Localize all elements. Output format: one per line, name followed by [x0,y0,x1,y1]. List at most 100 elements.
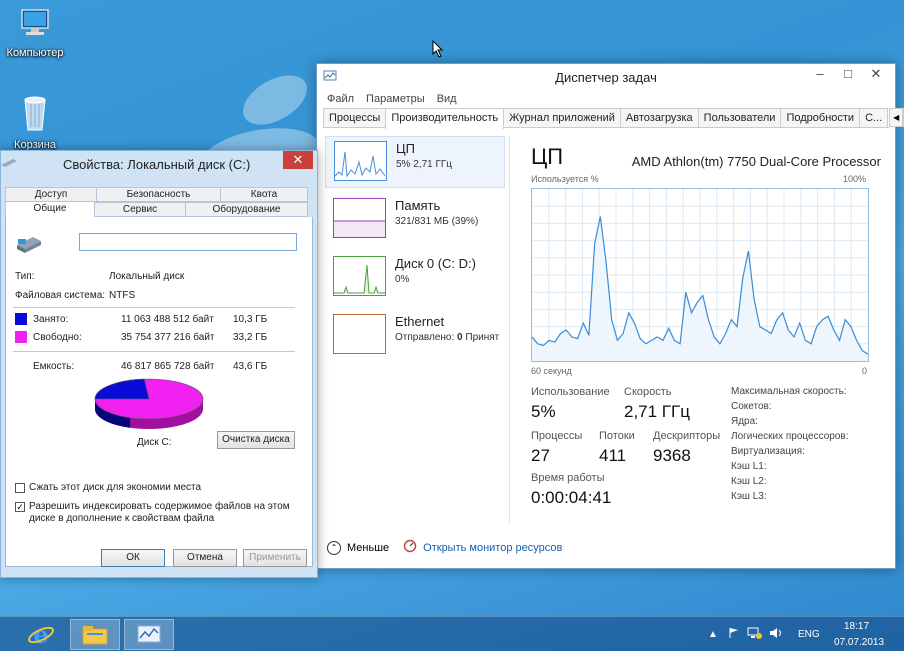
close-button[interactable]: ✕ [863,66,889,84]
tab-users[interactable]: Пользователи [697,108,782,127]
tab-scroll-left-icon[interactable]: ◀ [889,108,904,127]
disk-properties-dialog: Свойства: Локальный диск (C:) ✕ Доступ Б… [0,150,318,578]
disk-cleanup-button[interactable]: Очистка диска [217,431,295,449]
desktop-icon-computer[interactable]: Компьютер [0,6,70,59]
compress-label: Сжать этот диск для экономии места [29,482,202,493]
divider [13,307,295,308]
minimize-button[interactable]: – [807,66,833,84]
ethernet-sparkline [333,314,386,354]
apply-button[interactable]: Применить [243,549,307,567]
stat-logical-processors: Логических процессоров: [731,431,849,442]
cpu-model: AMD Athlon(tm) 7750 Dual-Core Processor [631,154,881,169]
volume-label-input[interactable] [79,233,297,251]
taskbar-internet-explorer[interactable]: e [16,619,66,650]
handles-value: 9368 [653,446,691,465]
compress-checkbox[interactable] [15,483,25,493]
tab-processes[interactable]: Процессы [323,108,387,127]
handles-label: Дескрипторы [653,430,721,442]
maximize-button[interactable]: □ [835,66,861,84]
taskbar-task-manager[interactable] [124,619,174,650]
resource-ethernet[interactable]: Ethernet Отправлено: 0 Принят [325,310,505,362]
graph-label-time: 60 секунд [531,366,572,376]
graph-label-zero: 0 [862,366,868,376]
tab-quota[interactable]: Квота [220,187,308,202]
action-center-flag-icon[interactable] [728,627,740,642]
fs-value: NTFS [109,290,136,301]
tab-app-history[interactable]: Журнал приложений [503,108,621,127]
network-icon[interactable] [746,626,762,643]
free-label: Свободно: [33,332,82,343]
stat-cores: Ядра: [731,416,758,427]
free-gb: 33,2 ГБ [233,332,268,343]
fewer-details-button[interactable]: Меньше [347,542,389,554]
tab-security[interactable]: Безопасность [96,187,221,202]
menu-options[interactable]: Параметры [366,93,425,105]
tab-hardware[interactable]: Оборудование [185,202,308,217]
tab-startup[interactable]: Автозагрузка [619,108,699,127]
desktop-icon-recycle-bin[interactable]: Корзина [0,94,70,151]
threads-label: Потоки [599,430,635,442]
disk-sparkline [333,256,386,296]
task-manager-window: Диспетчер задач – □ ✕ Файл Параметры Вид… [316,63,904,569]
detail-title: ЦП [531,144,564,169]
type-label: Тип: [15,271,35,282]
clock-date[interactable]: 07.07.2013 [834,637,884,648]
tab-performance[interactable]: Производительность [385,108,505,129]
tab-services[interactable]: С... [859,108,889,127]
fs-label: Файловая система: [15,290,106,301]
menu-file[interactable]: Файл [327,93,354,105]
divider [13,351,295,352]
show-hidden-icons-icon[interactable]: ▲ [708,629,718,640]
title-bar[interactable]: Диспетчер задач – □ ✕ [317,64,895,90]
index-label-line2: диске в дополнение к свойствам файла [29,513,215,524]
resource-value: 321/831 МБ (39%) [395,216,479,227]
clock-time[interactable]: 18:17 [844,621,869,632]
collapse-chevron-icon[interactable]: ⌃ [327,540,341,555]
pane-divider[interactable] [509,136,510,524]
usage-value: 5% [531,402,556,421]
tab-sharing[interactable]: Доступ [5,187,97,202]
internet-explorer-icon: e [16,620,66,650]
cancel-button[interactable]: Отмена [173,549,237,567]
used-label: Занято: [33,314,69,325]
cpu-usage-graph [531,188,869,362]
resource-name: Ethernet [395,314,445,329]
resource-cpu[interactable]: ЦП 5% 2,71 ГГц [325,136,505,188]
index-checkbox[interactable]: ✓ [15,502,25,512]
local-disk-icon [15,233,43,258]
disk-usage-pie-chart [93,375,209,438]
dialog-title: Свойства: Локальный диск (C:) [63,157,251,172]
resource-monitor-link[interactable]: Открыть монитор ресурсов [423,542,562,554]
tab-details[interactable]: Подробности [780,108,861,127]
stat-virtualization: Виртуализация: [731,446,805,457]
task-manager-icon [125,624,173,649]
volume-icon[interactable] [768,626,784,643]
dialog-close-button[interactable]: ✕ [283,151,313,169]
input-language[interactable]: ENG [798,629,820,640]
resource-list: ЦП 5% 2,71 ГГц Память 321/831 МБ (39%) Д… [325,136,505,526]
svg-text:e: e [33,621,48,647]
dialog-drive-icon [1,155,17,172]
menu-view[interactable]: Вид [437,93,457,105]
used-gb: 10,3 ГБ [233,314,268,325]
cpu-usage-chart [531,189,869,361]
speed-value: 2,71 ГГц [624,402,690,421]
usage-label: Использование [531,386,610,398]
taskbar-file-explorer[interactable] [70,619,120,650]
ok-button[interactable]: ОК [101,549,165,567]
resource-disk[interactable]: Диск 0 (C: D:) 0% [325,252,505,304]
index-label-line1: Разрешить индексировать содержимое файло… [29,501,290,512]
stat-max-speed: Максимальная скорость: [731,386,847,397]
computer-icon [0,6,70,43]
resource-name: ЦП [396,141,415,156]
resource-name: Диск 0 (C: D:) [395,256,476,271]
task-manager-footer: ⌃ Меньше Открыть монитор ресурсов [327,539,562,556]
graph-label-max: 100% [843,174,867,184]
tab-tools[interactable]: Сервис [94,202,186,217]
resource-memory[interactable]: Память 321/831 МБ (39%) [325,194,505,246]
wallpaper-petal [234,65,316,135]
tab-general[interactable]: Общие [5,201,95,218]
processes-label: Процессы [531,430,583,442]
ethernet-received-label: Принят [465,332,500,343]
capacity-gb: 43,6 ГБ [233,361,268,372]
